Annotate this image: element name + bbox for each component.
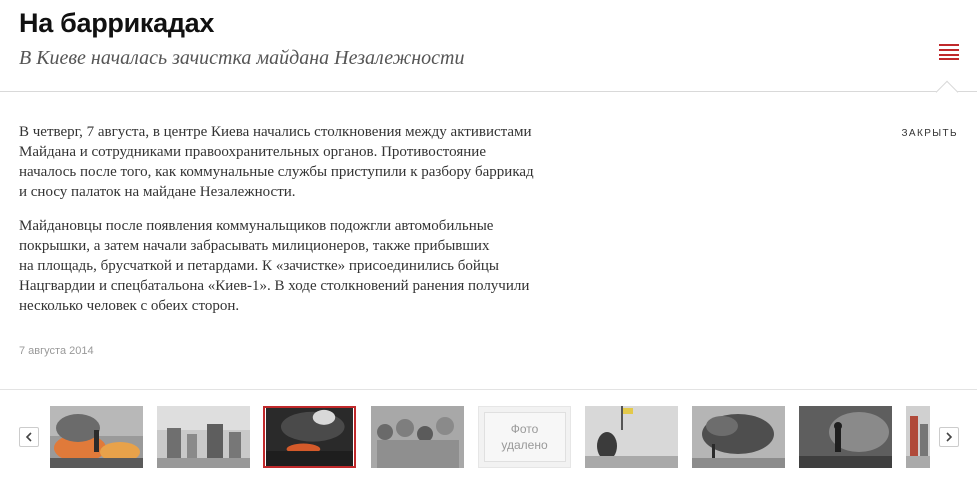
page-subtitle: В Киеве началась зачистка майдана Незале… [19,47,465,69]
gallery-next-button[interactable] [939,427,959,447]
gallery-thumb-6[interactable] [585,406,678,468]
chevron-left-icon [25,432,32,442]
gallery-prev-button[interactable] [19,427,39,447]
article-paragraph-2: Майдановцы после появления коммунальщико… [19,218,530,314]
chevron-right-icon [946,432,953,442]
gallery-thumb-1[interactable] [50,406,143,468]
list-icon[interactable] [939,44,959,60]
gallery-thumb-4[interactable] [371,406,464,468]
page-title: На баррикадах [19,8,215,38]
gallery-thumb-8[interactable] [799,406,892,468]
header: На баррикадах В Киеве началась зачистка … [0,0,977,92]
gallery-strip: Фото удалено [50,406,930,468]
gallery-thumb-9[interactable] [906,406,930,468]
gallery-thumb-3[interactable] [263,406,356,468]
gallery-thumb-2[interactable] [157,406,250,468]
close-link[interactable]: ЗАКРЫТЬ [901,128,958,139]
gallery-thumb-7[interactable] [692,406,785,468]
article-date: 7 августа 2014 [19,345,94,357]
article-paragraph-1: В четверг, 7 августа, в центре Киева нач… [19,124,534,200]
article-body: В четверг, 7 августа, в центре Киева нач… [19,122,639,316]
photo-removed-label: Фото удалено [501,422,548,452]
divider [0,389,977,390]
gallery-thumb-removed[interactable]: Фото удалено [478,406,571,468]
photo-removed-placeholder: Фото удалено [483,412,566,462]
